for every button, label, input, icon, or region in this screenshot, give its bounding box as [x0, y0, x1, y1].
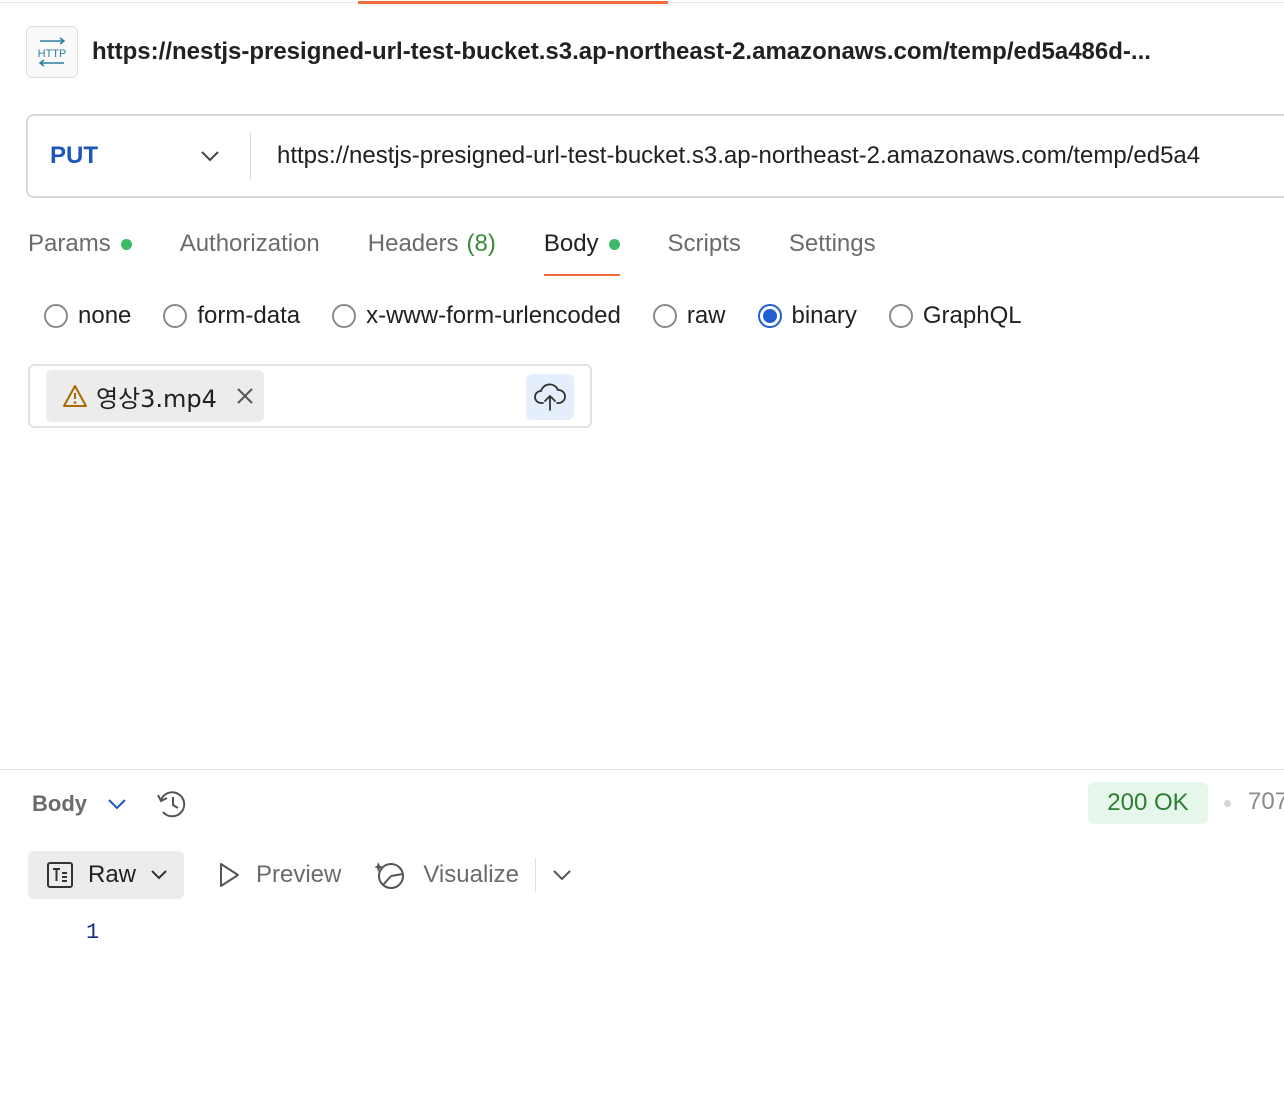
radio-button [163, 304, 188, 328]
remove-file-button[interactable] [233, 384, 257, 408]
body-status-dot [608, 238, 620, 250]
file-name: 영상3.mp4 [96, 384, 217, 413]
chevron-down-icon [553, 870, 571, 881]
meta-separator-dot [1224, 800, 1231, 807]
method-label: PUT [50, 142, 98, 169]
radio-label: GraphQL [922, 302, 1022, 329]
response-time[interactable]: 707 [1248, 788, 1284, 816]
svg-text:HTTP: HTTP [38, 48, 67, 60]
cloud-upload-icon [534, 383, 566, 411]
chevron-down-icon [151, 870, 167, 880]
upload-file-button[interactable] [526, 374, 574, 420]
tab-label: Settings [788, 230, 876, 257]
play-icon [220, 863, 239, 887]
raw-text-icon [47, 862, 73, 888]
history-icon [157, 791, 186, 818]
tab-scripts[interactable]: Scripts [668, 222, 741, 266]
close-icon [237, 388, 253, 404]
tab-settings[interactable]: Settings [789, 222, 876, 266]
tab-label: Body [543, 230, 599, 257]
headers-count: (8) [466, 230, 496, 257]
request-title[interactable]: https://nestjs-presigned-url-test-bucket… [92, 38, 1232, 66]
preview-label: Preview [256, 861, 342, 888]
radio-button [652, 304, 677, 328]
tab-label: Authorization [179, 230, 320, 257]
active-request-tab-indicator [358, 1, 668, 4]
radio-urlencoded[interactable]: x-www-form-urlencoded [332, 302, 621, 330]
tab-label: Scripts [667, 230, 741, 257]
radio-button [44, 304, 68, 328]
response-view-dropdown[interactable] [107, 798, 127, 810]
line-number: 1 [86, 920, 100, 945]
response-header: Body [32, 782, 189, 826]
params-status-dot [120, 238, 132, 250]
tab-body[interactable]: Body [543, 222, 620, 276]
history-button[interactable] [155, 788, 189, 820]
url-bar: PUT https://nestjs-presigned-url-test-bu… [26, 114, 1284, 198]
radio-none[interactable]: none [44, 302, 131, 330]
radio-button [888, 304, 913, 328]
request-header: HTTP https://nestjs-presigned-url-test-b… [26, 26, 1232, 78]
radio-form-data[interactable]: form-data [163, 302, 300, 330]
radio-label: binary [791, 302, 857, 329]
url-input[interactable]: https://nestjs-presigned-url-test-bucket… [251, 116, 1284, 196]
preview-button[interactable]: Preview [218, 861, 341, 889]
visualize-dropdown[interactable] [552, 869, 572, 881]
raw-label: Raw [88, 861, 137, 888]
radio-label: x-www-form-urlencoded [366, 302, 621, 329]
status-badge[interactable]: 200 OK [1088, 782, 1208, 824]
radio-raw[interactable]: raw [652, 302, 726, 330]
radio-button-checked [757, 304, 782, 328]
tab-label: Params [28, 230, 111, 257]
radio-graphql[interactable]: GraphQL [888, 302, 1022, 330]
file-chip: 영상3.mp4 [46, 370, 264, 422]
response-body-label: Body [32, 791, 87, 816]
radio-button [332, 304, 357, 328]
radio-label: form-data [197, 302, 301, 329]
tab-authorization[interactable]: Authorization [180, 222, 320, 266]
visualize-icon [375, 862, 405, 889]
binary-file-box: 영상3.mp4 [28, 364, 592, 428]
view-separator [534, 858, 536, 892]
radio-label: raw [686, 302, 726, 329]
chevron-down-icon [108, 799, 126, 810]
tab-label: Headers [367, 230, 459, 257]
raw-view-button[interactable]: Raw [28, 851, 184, 899]
chevron-down-icon [201, 151, 219, 162]
visualize-button[interactable]: Visualize [375, 859, 519, 891]
tab-headers[interactable]: Headers (8) [368, 222, 496, 266]
body-type-selector: none form-data x-www-form-urlencoded raw… [44, 296, 1054, 336]
radio-binary[interactable]: binary [757, 302, 857, 330]
response-divider [0, 769, 1284, 770]
tab-params[interactable]: Params [28, 222, 132, 266]
radio-label: none [78, 302, 132, 329]
http-icon: HTTP [26, 26, 78, 78]
request-tabs: Params Authorization Headers (8) Body Scr… [28, 222, 924, 276]
warning-icon [63, 385, 87, 407]
visualize-label: Visualize [423, 861, 519, 888]
response-view-bar: Raw Preview Visualize [28, 851, 572, 899]
method-select[interactable]: PUT [28, 116, 250, 196]
